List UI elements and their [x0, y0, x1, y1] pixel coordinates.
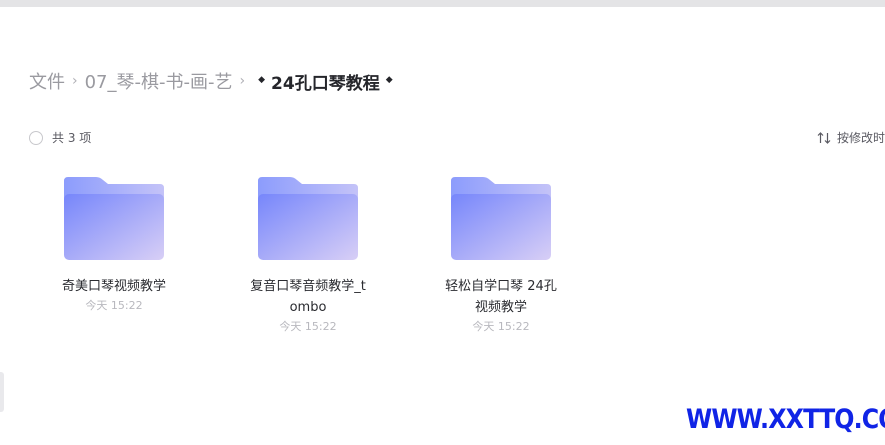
breadcrumb: 文件 › 07_琴-棋-书-画-艺 › ◆ 24孔口琴教程 ◆ — [29, 66, 399, 96]
side-drawer-handle[interactable] — [0, 372, 4, 412]
folder-time: 今天 15:22 — [85, 299, 143, 312]
item-count-bar: 共 3 项 — [29, 129, 91, 146]
chevron-right-icon: › — [239, 73, 246, 89]
folder-icon — [451, 177, 551, 260]
top-bar — [0, 0, 885, 7]
folder-item[interactable]: 轻松自学口琴 24孔视频教学 今天 15:22 — [434, 175, 568, 335]
folder-icon — [64, 177, 164, 260]
folder-name: 轻松自学口琴 24孔视频教学 — [445, 279, 557, 315]
breadcrumb-root[interactable]: 文件 — [29, 68, 65, 94]
sort-button[interactable]: 按修改时 — [817, 129, 885, 146]
folder-time: 今天 15:22 — [279, 320, 337, 333]
breadcrumb-parent[interactable]: 07_琴-棋-书-画-艺 — [85, 68, 233, 94]
item-count: 共 3 项 — [52, 131, 92, 145]
folder-item[interactable]: 奇美口琴视频教学 今天 15:22 — [47, 175, 181, 314]
breadcrumb-current: 24孔口琴教程 — [271, 73, 380, 94]
folder-icon — [258, 177, 358, 260]
sort-icon — [817, 131, 831, 144]
folder-name: 复音口琴音频教学_tombo — [250, 279, 366, 315]
folder-item[interactable]: 复音口琴音频教学_tombo 今天 15:22 — [241, 175, 375, 335]
diamond-icon: ◆ — [258, 75, 266, 85]
sort-label: 按修改时 — [837, 131, 885, 145]
select-all-checkbox[interactable] — [29, 130, 43, 145]
folder-name: 奇美口琴视频教学 — [61, 279, 166, 294]
watermark: WWW.XXTTQ.COM — [686, 404, 885, 435]
diamond-icon: ◆ — [385, 75, 393, 85]
folder-time: 今天 15:22 — [472, 320, 530, 333]
chevron-right-icon: › — [72, 73, 78, 89]
